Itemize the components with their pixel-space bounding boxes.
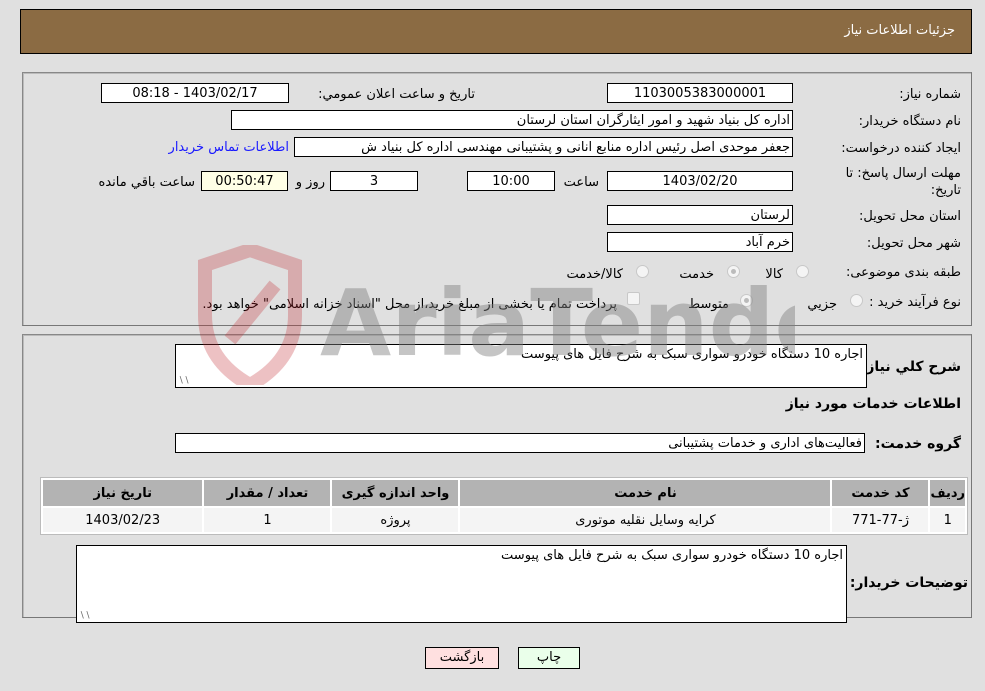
print-button[interactable]: چاپ [518, 647, 580, 669]
deadline-date-field: 1403/02/20 [607, 171, 793, 191]
buyer-notes-text: اجاره 10 دستگاه خودرو سواری سبک به شرح ف… [501, 548, 843, 563]
purchase-radio-medium[interactable] [740, 294, 753, 307]
buyer-notes-label: توضیحات خریدار: [849, 575, 968, 591]
cell-need-date: 1403/02/23 [43, 508, 203, 532]
buyer-contact-link[interactable]: اطلاعات تماس خریدار [169, 140, 289, 155]
col-header-service-code: کد خدمت [832, 480, 929, 506]
announce-datetime-label: تاریخ و ساعت اعلان عمومي: [318, 87, 475, 102]
general-info-panel: شماره نیاز: 1103005383000001 تاریخ و ساع… [22, 72, 972, 326]
category-option-service: خدمت [679, 267, 714, 282]
service-group-label: گروه خدمت: [875, 436, 961, 452]
remaining-time-field: 00:50:47 [201, 171, 288, 191]
page-header: جزئیات اطلاعات نیاز [20, 9, 972, 54]
col-header-row-number: ردیف [930, 480, 965, 506]
requester-label: ایجاد کننده درخواست: [841, 141, 961, 156]
cell-unit: پروژه [332, 508, 459, 532]
services-table: ردیف کد خدمت نام خدمت واحد اندازه گیری ت… [40, 477, 968, 535]
cell-service-name: کرایه وسایل نقلیه موتوری [460, 508, 831, 532]
back-button[interactable]: بازگشت [425, 647, 499, 669]
need-number-field: 1103005383000001 [607, 83, 793, 103]
deadline-time-label: ساعت [563, 175, 599, 190]
province-label: استان محل تحویل: [859, 209, 961, 224]
summary-text: اجاره 10 دستگاه خودرو سواری سبک به شرح ف… [521, 347, 863, 362]
days-label: روز و [295, 175, 325, 190]
city-label: شهر محل تحویل: [866, 236, 961, 251]
purchase-type-label: نوع فرآیند خرید : [869, 295, 961, 310]
cell-row-number: 1 [930, 508, 965, 532]
remaining-time-label: ساعت باقي مانده [98, 175, 195, 190]
category-radio-service[interactable] [727, 265, 740, 278]
resize-grip-icon[interactable]: ∖∖ [178, 376, 189, 386]
resize-grip-icon[interactable]: ∖∖ [79, 611, 90, 621]
buyer-org-label: نام دستگاه خريدار: [858, 114, 961, 129]
province-field: لرستان [607, 205, 793, 225]
treasury-checkbox[interactable] [627, 292, 640, 305]
purchase-option-medium: متوسط [688, 297, 729, 312]
category-radio-goods[interactable] [796, 265, 809, 278]
deadline-time-field: 10:00 [467, 171, 555, 191]
buyer-org-field: اداره کل بنیاد شهید و امور ایثارگران است… [231, 110, 793, 130]
table-row: 1 ژ-77-771 کرایه وسایل نقلیه موتوری پروژ… [43, 508, 965, 532]
page-title: جزئیات اطلاعات نیاز [844, 23, 955, 38]
services-heading: اطلاعات خدمات مورد نیاز [785, 396, 961, 412]
deadline-label: مهلت ارسال پاسخ: تا تاریخ: [845, 166, 961, 198]
category-label: طبقه بندی موضوعی: [845, 265, 961, 280]
service-group-field: فعالیت‌های اداری و خدمات پشتیبانی [175, 433, 865, 453]
cell-quantity: 1 [204, 508, 331, 532]
col-header-quantity: تعداد / مقدار [204, 480, 331, 506]
treasury-note: پرداخت تمام یا بخشی از مبلغ خرید،از محل … [202, 297, 617, 312]
requester-field: جعفر موحدی اصل رئیس اداره منابع انانی و … [294, 137, 793, 157]
summary-label: شرح كلي نياز: [860, 359, 961, 375]
col-header-service-name: نام خدمت [460, 480, 831, 506]
remaining-days-field: 3 [330, 171, 418, 191]
col-header-need-date: تاریخ نیاز [43, 480, 203, 506]
city-field: خرم آباد [607, 232, 793, 252]
buyer-notes-textarea[interactable]: اجاره 10 دستگاه خودرو سواری سبک به شرح ف… [76, 545, 847, 623]
category-option-goods: کالا [765, 267, 783, 282]
announce-datetime-field: 1403/02/17 - 08:18 [101, 83, 289, 103]
category-radio-goods-service[interactable] [636, 265, 649, 278]
summary-textarea[interactable]: اجاره 10 دستگاه خودرو سواری سبک به شرح ف… [175, 344, 867, 388]
services-table-header: ردیف کد خدمت نام خدمت واحد اندازه گیری ت… [43, 480, 965, 506]
need-number-label: شماره نیاز: [899, 87, 961, 102]
cell-service-code: ژ-77-771 [832, 508, 929, 532]
col-header-unit: واحد اندازه گیری [332, 480, 459, 506]
need-details-panel: شرح كلي نياز: اجاره 10 دستگاه خودرو سوار… [22, 334, 972, 623]
purchase-radio-minor[interactable] [850, 294, 863, 307]
purchase-option-minor: جزيي [807, 297, 837, 312]
category-option-goods-service: کالا/خدمت [566, 267, 623, 282]
